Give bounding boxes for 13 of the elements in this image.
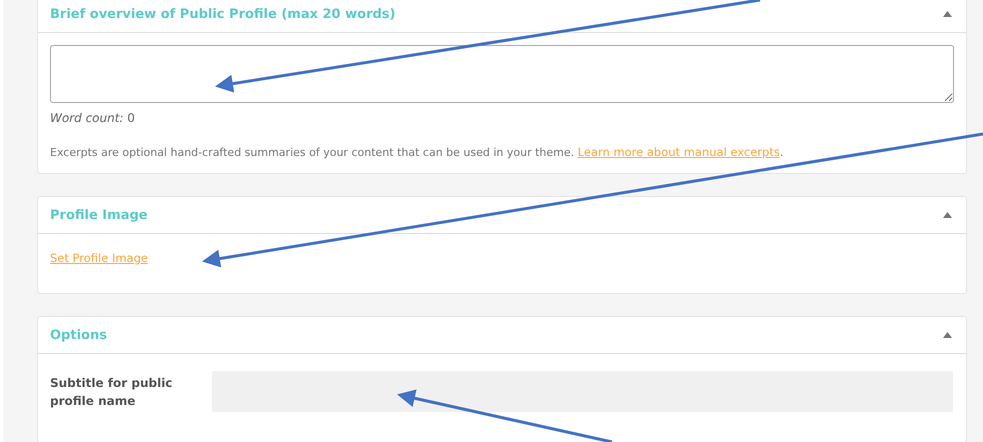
collapse-toggle-icon[interactable] [943,11,952,17]
panel-title: Profile Image [50,208,148,222]
field-label: Subtitle for public profile name [50,374,174,410]
excerpt-help-text: Excerpts are optional hand-crafted summaries of your content that can be used in your theme. Learn more about manual excerpts. [50,145,784,159]
manual-excerpts-link[interactable]: Learn more about manual excerpts [578,145,780,159]
collapse-toggle-icon[interactable] [943,332,952,338]
input-field[interactable] [212,371,953,412]
input-field[interactable] [50,45,954,103]
panel-title: Brief overview of Public Profile (max 20 words) [50,6,396,22]
set-profile-image-link[interactable]: Set Profile Image [50,251,148,265]
panel-title: Options [50,328,107,342]
word-count: Word count: 0 [50,111,136,125]
collapse-toggle-icon[interactable] [943,212,952,218]
